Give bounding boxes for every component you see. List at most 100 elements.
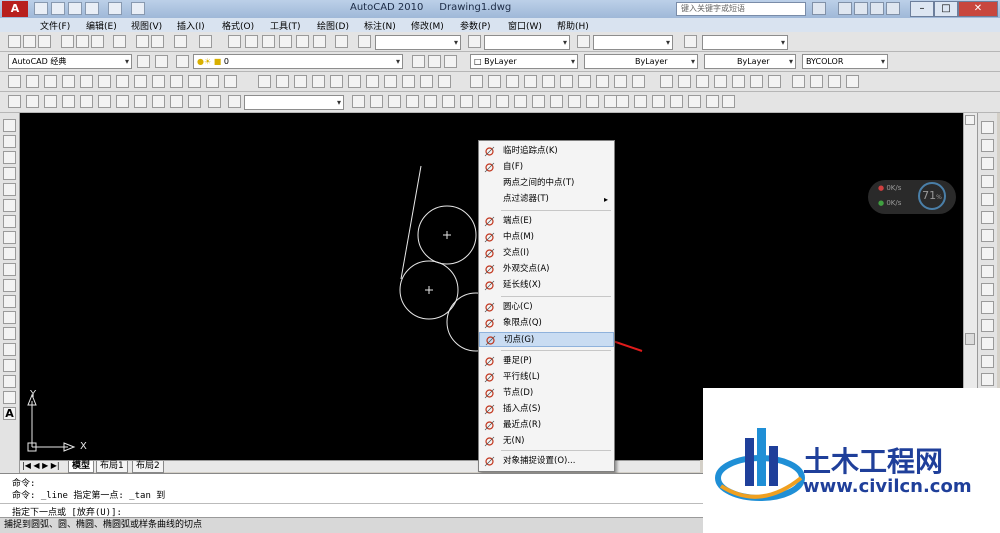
- workspace-select[interactable]: AutoCAD 经典: [8, 54, 132, 69]
- open-icon[interactable]: [23, 35, 36, 48]
- sw-iso-icon[interactable]: [134, 95, 147, 108]
- snap-menu-item[interactable]: 点过滤器(T) ▸: [479, 192, 614, 207]
- save-icon[interactable]: [68, 2, 82, 15]
- chamfer-icon[interactable]: [981, 373, 994, 386]
- torus-icon[interactable]: [460, 95, 473, 108]
- menu-dimension[interactable]: 标注(N): [364, 19, 396, 32]
- snap-menu-item[interactable]: 自(F): [479, 160, 614, 175]
- revolve-solid-icon[interactable]: [586, 95, 599, 108]
- polygon-icon[interactable]: [3, 167, 16, 180]
- circle-icon[interactable]: [3, 215, 16, 228]
- make-current-layer-icon[interactable]: [412, 55, 425, 68]
- conceptual-icon[interactable]: [768, 75, 781, 88]
- publish-icon[interactable]: [91, 35, 104, 48]
- box-icon[interactable]: [370, 95, 383, 108]
- point-icon[interactable]: [3, 327, 16, 340]
- layer-previous-icon[interactable]: [428, 55, 441, 68]
- workspace-save-icon[interactable]: [155, 55, 168, 68]
- scroll-thumb[interactable]: [965, 333, 975, 345]
- help-icon[interactable]: [886, 2, 900, 15]
- 3d-move-icon[interactable]: [670, 95, 683, 108]
- snap-menu-item[interactable]: 象限点(Q): [479, 316, 614, 331]
- dim-space-icon[interactable]: [206, 75, 219, 88]
- loft-icon[interactable]: [846, 75, 859, 88]
- id-point-icon[interactable]: [506, 75, 519, 88]
- sweep-solid-icon[interactable]: [568, 95, 581, 108]
- hatch-icon[interactable]: [3, 343, 16, 356]
- menu-tools[interactable]: 工具(T): [270, 19, 301, 32]
- union-icon[interactable]: [616, 95, 629, 108]
- fx-icon[interactable]: [632, 75, 645, 88]
- polysolid-icon[interactable]: [352, 95, 365, 108]
- menu-file[interactable]: 文件(F): [40, 19, 70, 32]
- revision-cloud-icon[interactable]: [3, 231, 16, 244]
- multileader-style-select[interactable]: [702, 35, 788, 50]
- command-line-window[interactable]: 命令: 命令: _line 指定第一点: _tan 到 指定下一点或 [放弃(U…: [0, 473, 703, 518]
- region-draw-icon[interactable]: [3, 375, 16, 388]
- insert-block-icon[interactable]: [3, 295, 16, 308]
- osnap-center-icon[interactable]: [348, 75, 361, 88]
- snap-menu-item[interactable]: 中点(M): [479, 230, 614, 245]
- move-icon[interactable]: [981, 211, 994, 224]
- snap-menu-item[interactable]: 插入点(S): [479, 402, 614, 417]
- render-icon[interactable]: [660, 75, 673, 88]
- nw-iso-icon[interactable]: [188, 95, 201, 108]
- region-icon[interactable]: [560, 75, 573, 88]
- spline-icon[interactable]: [3, 247, 16, 260]
- minimize-button[interactable]: –: [910, 1, 934, 17]
- arc-length-icon[interactable]: [44, 75, 57, 88]
- mirror-icon[interactable]: [981, 157, 994, 170]
- osnap-midpoint-icon[interactable]: [294, 75, 307, 88]
- jogged-icon[interactable]: [98, 75, 111, 88]
- multileader-style-icon[interactable]: [684, 35, 697, 48]
- layer-states-icon[interactable]: [444, 55, 457, 68]
- line-icon[interactable]: [3, 119, 16, 132]
- tab-model[interactable]: 模型: [68, 461, 95, 473]
- menu-insert[interactable]: 插入(I): [177, 19, 205, 32]
- view-select[interactable]: [244, 95, 344, 110]
- polyline-icon[interactable]: [3, 151, 16, 164]
- layer-manager-icon[interactable]: [176, 55, 189, 68]
- qnew-icon[interactable]: [8, 35, 21, 48]
- menu-window[interactable]: 窗口(W): [508, 19, 542, 32]
- snap-menu-item[interactable]: 最近点(R): [479, 418, 614, 433]
- pan-icon[interactable]: [228, 35, 241, 48]
- join-icon[interactable]: [981, 355, 994, 368]
- snap-menu-item[interactable]: 交点(I): [479, 246, 614, 261]
- helix-icon[interactable]: [496, 95, 509, 108]
- distance-icon[interactable]: [524, 75, 537, 88]
- named-view-icon[interactable]: [8, 95, 21, 108]
- area-icon[interactable]: [542, 75, 555, 88]
- 3d-rotate-icon[interactable]: [688, 95, 701, 108]
- dim-style-select[interactable]: [484, 35, 570, 50]
- snap-menu-item[interactable]: 切点(G): [479, 332, 614, 347]
- baseline-icon[interactable]: [170, 75, 183, 88]
- menu-view[interactable]: 视图(V): [131, 19, 162, 32]
- save-icon[interactable]: [38, 35, 51, 48]
- osnap-tangent-icon[interactable]: [384, 75, 397, 88]
- list-icon[interactable]: [488, 75, 501, 88]
- paste-icon[interactable]: [151, 35, 164, 48]
- snap-menu-item[interactable]: 无(N): [479, 434, 614, 449]
- aligned-dim-icon[interactable]: [26, 75, 39, 88]
- right-view-icon[interactable]: [80, 95, 93, 108]
- planar-surface-icon[interactable]: [514, 95, 527, 108]
- autocad-logo-button[interactable]: A: [2, 1, 28, 17]
- top-view-icon[interactable]: [26, 95, 39, 108]
- diameter-icon[interactable]: [116, 75, 129, 88]
- snap-menu-item[interactable]: 圆心(C): [479, 300, 614, 315]
- radius-icon[interactable]: [80, 75, 93, 88]
- table-style-icon[interactable]: [577, 35, 590, 48]
- cylinder-icon[interactable]: [442, 95, 455, 108]
- osnap-endpoint-icon[interactable]: [276, 75, 289, 88]
- tab-nav-arrows[interactable]: |◀ ◀ ▶ ▶|: [22, 461, 60, 470]
- osnap-apparent-icon[interactable]: [330, 75, 343, 88]
- multiline-text-icon[interactable]: A: [3, 407, 16, 420]
- linetype-select[interactable]: ByLayer: [584, 54, 698, 69]
- tab-layout2[interactable]: 布局2: [132, 461, 164, 473]
- offset-icon[interactable]: [981, 175, 994, 188]
- extrude-icon[interactable]: [792, 75, 805, 88]
- new-file-icon[interactable]: [34, 2, 48, 15]
- extend-icon[interactable]: [981, 301, 994, 314]
- copy-icon[interactable]: [981, 139, 994, 152]
